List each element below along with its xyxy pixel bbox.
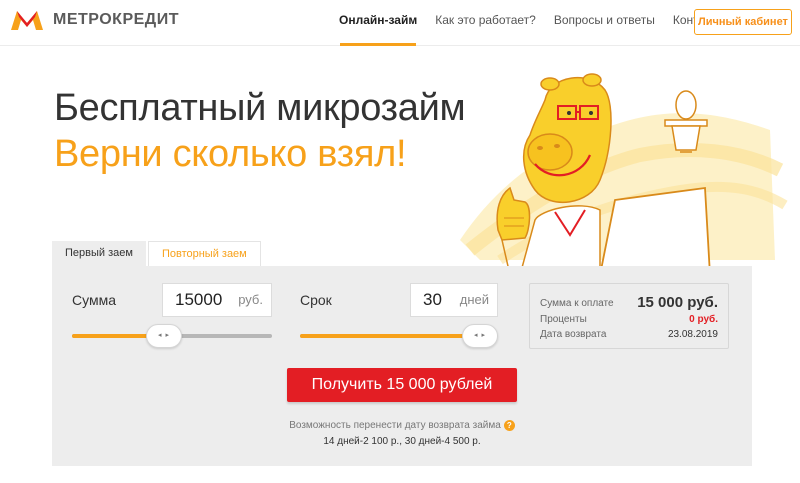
- term-slider-handle[interactable]: ◂ ▸: [462, 324, 498, 348]
- metro-logo-icon: [11, 11, 43, 30]
- amount-unit: руб.: [238, 292, 263, 307]
- tab-first-loan[interactable]: Первый заем: [52, 241, 146, 266]
- amount-value: 15000: [175, 290, 223, 309]
- amount-field[interactable]: 15000 руб.: [162, 283, 272, 317]
- hero-section: Бесплатный микрозайм Верни сколько взял!: [0, 46, 800, 483]
- personal-cabinet-button[interactable]: Личный кабинет: [694, 9, 792, 35]
- nav-item-online-loan[interactable]: Онлайн-займ: [330, 0, 426, 46]
- get-loan-button[interactable]: Получить 15 000 рублей: [287, 368, 517, 402]
- summary-interest-value: 0 руб.: [689, 314, 718, 325]
- term-slider-fill: [300, 334, 480, 338]
- term-field[interactable]: 30 дней: [410, 283, 498, 317]
- loan-type-tabs: Первый заем Повторный заем: [52, 241, 261, 266]
- summary-interest-label: Проценты: [540, 314, 587, 325]
- postpone-info: Возможность перенести дату возврата займ…: [52, 420, 752, 431]
- term-unit: дней: [459, 292, 489, 307]
- tab-repeat-loan[interactable]: Повторный заем: [147, 241, 261, 266]
- amount-slider-handle[interactable]: ◂ ▸: [146, 324, 182, 348]
- summary-total-value: 15 000 руб.: [637, 294, 718, 311]
- term-slider[interactable]: ◂ ▸: [300, 324, 498, 348]
- amount-label: Сумма: [72, 292, 116, 308]
- loan-calculator: Сумма 15000 руб. ◂ ▸ Срок 30 дней ◂ ▸ Су…: [52, 266, 752, 466]
- hero-title: Бесплатный микрозайм: [54, 87, 466, 129]
- nav-item-how-it-works[interactable]: Как это работает?: [426, 0, 545, 46]
- postpone-text: Возможность перенести дату возврата займ…: [289, 420, 501, 432]
- mascot-illustration: [460, 73, 788, 275]
- main-nav: Онлайн-займ Как это работает? Вопросы и …: [330, 0, 734, 46]
- nav-item-faq[interactable]: Вопросы и ответы: [545, 0, 664, 46]
- summary-total-label: Сумма к оплате: [540, 298, 614, 309]
- amount-slider[interactable]: ◂ ▸: [72, 324, 272, 348]
- help-icon[interactable]: ?: [503, 420, 515, 431]
- logo[interactable]: МЕТРОКРЕДИТ: [9, 8, 179, 32]
- term-value: 30: [423, 290, 442, 309]
- term-label: Срок: [300, 292, 332, 308]
- site-header: МЕТРОКРЕДИТ Онлайн-займ Как это работает…: [0, 0, 800, 46]
- logo-text: МЕТРОКРЕДИТ: [53, 11, 179, 28]
- loan-summary: Сумма к оплате 15 000 руб. Проценты 0 ру…: [529, 283, 729, 349]
- summary-date-value: 23.08.2019: [667, 329, 718, 340]
- hero-subtitle: Верни сколько взял!: [54, 133, 407, 175]
- summary-date-label: Дата возврата: [540, 329, 607, 340]
- postpone-prices: 14 дней-2 100 р., 30 дней-4 500 р.: [323, 436, 481, 447]
